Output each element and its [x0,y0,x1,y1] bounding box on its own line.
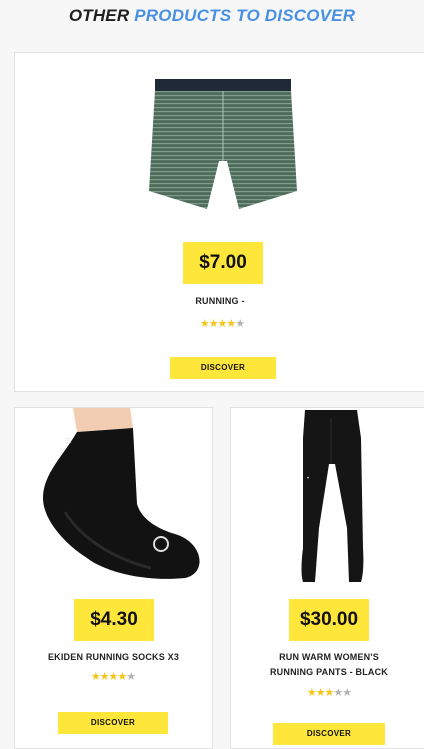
discover-button[interactable]: DISCOVER [170,357,276,379]
section-title: OTHER PRODUCTS TO DISCOVER [0,6,424,26]
product-name: RUNNING - [195,296,245,306]
product-price: $4.30 [74,599,154,641]
product-price: $30.00 [289,599,369,641]
product-discovery-page: OTHER PRODUCTS TO DISCOVER $7.00 RUNNING… [0,0,424,749]
product-name-line-1: RUN WARM WOMEN'S [279,652,379,662]
product-card-running-pants[interactable]: • $30.00 RUN WARM WOMEN'S RUNNING PANTS … [230,407,424,749]
star-rating: ★★★★★ [199,318,245,330]
svg-text:•: • [307,476,309,482]
star-rating: ★★★★★ [306,687,352,699]
discover-button[interactable]: DISCOVER [273,723,385,745]
product-card-boxer-shorts[interactable]: $7.00 RUNNING - ★★★★★ DISCOVER [14,52,424,392]
product-image-running-pants[interactable]: • [291,408,371,584]
product-image-boxer-shorts[interactable] [147,73,299,213]
product-card-running-socks[interactable]: ☺ $4.30 EKIDEN RUNNING SOCKS X3 ★★★★★ DI… [14,407,213,749]
section-title-highlight: PRODUCTS TO DISCOVER [134,6,356,25]
product-image-running-socks[interactable]: ☺ [25,408,205,583]
star-rating: ★★★★★ [90,671,136,683]
section-title-prefix: OTHER [68,6,130,25]
product-name-line-2: RUNNING PANTS - BLACK [269,667,389,677]
svg-text:☺: ☺ [63,436,73,447]
discover-button[interactable]: DISCOVER [58,712,168,734]
product-name: EKIDEN RUNNING SOCKS X3 [47,652,180,662]
product-price: $7.00 [183,242,263,284]
